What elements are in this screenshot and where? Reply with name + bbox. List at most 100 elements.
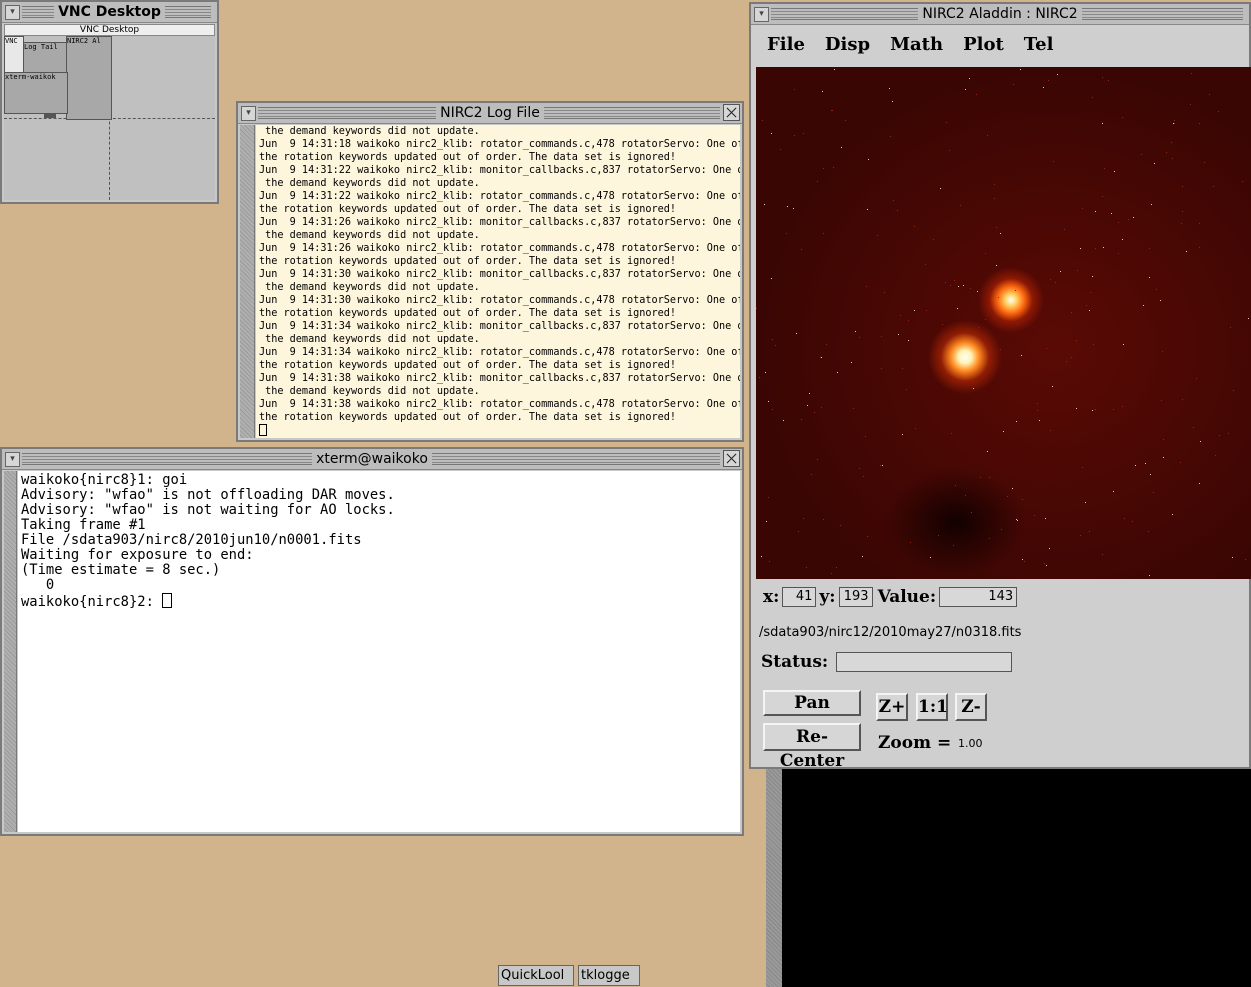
noise-speckle [841,147,842,148]
noise-speckle [1039,420,1040,421]
window-menu-icon[interactable]: ▾ [241,106,256,121]
close-icon[interactable] [723,104,740,121]
noise-speckle [1082,208,1083,209]
noise-speckle [1114,171,1115,172]
mini-window-vnc[interactable]: VNC [4,36,24,74]
noise-speckle [1000,233,1001,234]
noise-speckle [989,538,990,539]
mini-window-nirc2[interactable]: NIRC2 Al [66,36,112,120]
noise-speckle [1007,496,1008,497]
noise-speckle [801,249,802,250]
menu-file[interactable]: File [767,34,805,55]
noise-speckle [826,344,827,345]
log-line: Jun 9 14:31:26 waikoko nirc2_klib: rotat… [259,243,740,254]
menu-plot[interactable]: Plot [963,34,1004,55]
noise-speckle [867,209,868,210]
noise-speckle [902,434,903,435]
noise-speckle [817,181,818,182]
zoom-out-button[interactable]: Z- [955,693,987,721]
xterm-window[interactable]: xterm@waikoko ▾ waikoko{nirc8}1: goi Advi… [0,447,744,836]
window-menu-icon[interactable]: ▾ [5,452,20,467]
log-line: the demand keywords did not update. [259,126,480,137]
noise-speckle [780,149,781,150]
menu-math[interactable]: Math [890,34,943,55]
terminal-cursor [162,593,173,608]
vnc-desktop-window[interactable]: VNC Desktop ▾ VNC Desktop VNC Log Tail N… [0,0,219,204]
log-titlebar[interactable]: NIRC2 Log File [238,103,742,124]
noise-speckle [1215,455,1216,456]
taskbar-tklogger[interactable]: tklogge [578,965,640,986]
noise-speckle [764,204,765,205]
noise-speckle [1132,521,1133,522]
xterm-title: xterm@waikoko [312,451,432,467]
vnc-subtitle: VNC Desktop [4,24,215,36]
noise-speckle [768,401,769,402]
status-field[interactable] [836,652,1013,672]
noise-speckle [840,525,841,526]
noise-speckle [814,412,815,413]
aladdin-titlebar[interactable]: NIRC2 Aladdin : NIRC2 [751,4,1249,25]
noise-speckle [1085,502,1086,503]
zoom-1to1-button[interactable]: 1:1 [916,693,948,721]
noise-speckle [930,557,931,558]
noise-speckle [1000,349,1001,350]
terminal-line: Taking frame #1 [21,517,146,533]
noise-speckle [1163,457,1164,458]
noise-speckle [823,233,824,234]
noise-speckle [976,94,977,95]
noise-speckle [971,512,972,513]
noise-speckle [1013,84,1014,85]
value-field[interactable]: 143 [939,587,1018,607]
noise-speckle [889,88,890,89]
noise-speckle [811,474,812,475]
xterm-titlebar[interactable]: xterm@waikoko [2,449,742,470]
noise-speckle [801,419,802,420]
noise-speckle [851,362,852,363]
noise-speckle [1089,310,1090,311]
noise-speckle [823,519,824,520]
desktop-pager[interactable]: VNC Log Tail NIRC2 Al xterm-waikok [4,36,215,200]
noise-speckle [1104,168,1105,169]
noise-speckle [1053,161,1054,162]
vnc-titlebar[interactable]: VNC Desktop [2,2,217,23]
terminal-output[interactable]: waikoko{nirc8}1: goi Advisory: "wfao" is … [18,471,740,832]
noise-speckle [1233,390,1234,391]
noise-speckle [1200,441,1201,442]
window-menu-icon[interactable]: ▾ [754,7,769,22]
y-field[interactable]: 193 [838,587,873,607]
xterm-scrollbar[interactable] [4,471,17,832]
noise-speckle [1095,409,1096,410]
recenter-button[interactable]: Re-Center [763,723,861,771]
pan-button[interactable]: Pan [763,690,861,716]
terminal-line: Waiting for exposure to end: [21,547,254,563]
fits-image-display[interactable] [756,67,1251,579]
noise-speckle [1118,222,1119,223]
menu-disp[interactable]: Disp [825,34,870,55]
noise-speckle [1093,344,1094,345]
panel-scrollbar[interactable] [766,769,782,987]
noise-speckle [973,388,974,389]
noise-speckle [998,297,999,298]
noise-speckle [823,168,824,169]
aladdin-window[interactable]: NIRC2 Aladdin : NIRC2 ▾ File Disp Math P… [749,2,1251,771]
zoom-in-button[interactable]: Z+ [876,693,908,721]
noise-speckle [881,336,882,337]
menu-tel[interactable]: Tel [1024,34,1054,55]
log-file-window[interactable]: NIRC2 Log File ▾ the demand keywords did… [236,101,744,442]
noise-speckle [1154,163,1155,164]
noise-speckle [1043,87,1044,88]
log-line: Jun 9 14:31:38 waikoko nirc2_klib: rotat… [259,399,740,410]
close-icon[interactable] [723,450,740,467]
noise-speckle [1219,435,1220,436]
noise-speckle [1156,289,1157,290]
noise-speckle [1151,204,1152,205]
noise-speckle [1186,251,1187,252]
x-field[interactable]: 41 [782,587,817,607]
mini-window-xterm[interactable]: xterm-waikok [4,72,68,114]
window-menu-icon[interactable]: ▾ [5,5,20,20]
noise-speckle [960,205,961,206]
taskbar-quicklook[interactable]: QuickLool [498,965,574,986]
noise-speckle [985,319,986,320]
noise-speckle [1089,531,1090,532]
log-scrollbar[interactable] [240,125,255,438]
